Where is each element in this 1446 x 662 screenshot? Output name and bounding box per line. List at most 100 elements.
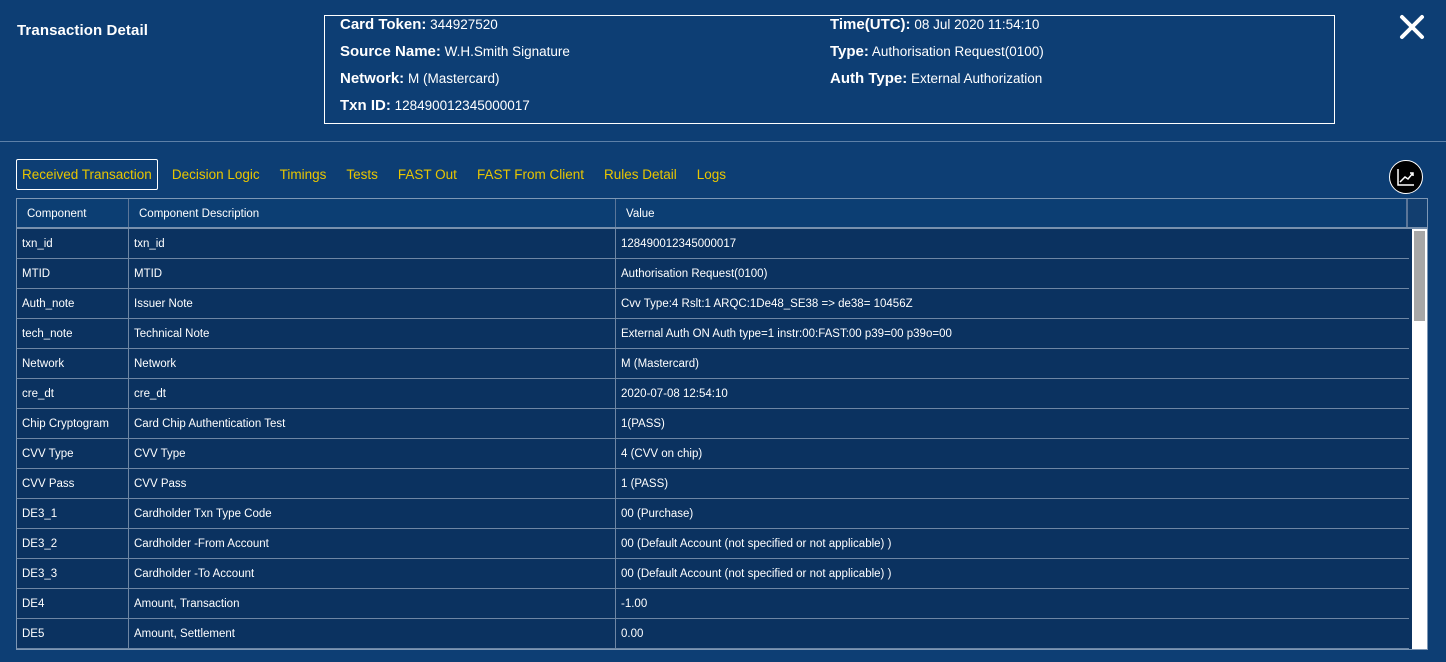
close-button[interactable] bbox=[1398, 13, 1426, 41]
cell-component-description: CVV Type bbox=[129, 439, 616, 468]
cell-component-description: MTID bbox=[129, 259, 616, 288]
network-value: M (Mastercard) bbox=[407, 71, 500, 86]
tab-fast-from-client[interactable]: FAST From Client bbox=[477, 167, 584, 182]
txn-id-label: Txn ID: bbox=[340, 97, 391, 114]
tab-timings[interactable]: Timings bbox=[280, 167, 327, 182]
cell-value: 128490012345000017 bbox=[621, 238, 737, 250]
table-row[interactable]: DE3_3 Cardholder -To Account 00 (Default A… bbox=[17, 559, 1409, 589]
card-token-field: Card Token: 344927520 bbox=[340, 16, 498, 33]
cell-component: DE5 bbox=[17, 619, 129, 648]
header-divider bbox=[0, 141, 1446, 142]
table-row[interactable]: MTID MTID Authorisation Request(0100) bbox=[17, 259, 1409, 289]
page-title: Transaction Detail bbox=[17, 22, 149, 39]
time-value: 08 Jul 2020 11:54:10 bbox=[914, 17, 1040, 32]
cell-component: txn_id bbox=[17, 229, 129, 258]
source-name-field: Source Name: W.H.Smith Signature bbox=[340, 43, 570, 60]
cell-component: CVV Pass bbox=[17, 469, 129, 498]
cell-component-description: Technical Note bbox=[129, 319, 616, 348]
header-scroll-corner bbox=[1407, 199, 1427, 227]
cell-value: M (Mastercard) bbox=[621, 358, 699, 370]
component-grid: Component Component Description Value tx… bbox=[16, 198, 1428, 650]
tab-bar: Received Transaction Decision Logic Timi… bbox=[16, 158, 746, 190]
network-field: Network: M (Mastercard) bbox=[340, 70, 499, 87]
line-chart-icon bbox=[1397, 169, 1414, 186]
cell-value: 00 (Default Account (not specified or no… bbox=[621, 538, 892, 550]
cell-component: Chip Cryptogram bbox=[17, 409, 129, 438]
table-row[interactable]: Network Network M (Mastercard) bbox=[17, 349, 1409, 379]
grid-body: txn_id txn_id 128490012345000017 MTID MTID Au… bbox=[17, 229, 1409, 649]
cell-component: DE3_1 bbox=[17, 499, 129, 528]
source-name-value: W.H.Smith Signature bbox=[444, 44, 570, 59]
table-row[interactable]: cre_dt cre_dt 2020-07-08 12:54:10 bbox=[17, 379, 1409, 409]
time-label: Time(UTC): bbox=[830, 16, 911, 33]
auth-type-field: Auth Type: External Authorization bbox=[830, 70, 1042, 87]
column-header-value[interactable]: Value bbox=[616, 199, 1407, 227]
scrollbar-thumb[interactable] bbox=[1414, 231, 1425, 321]
column-header-component[interactable]: Component bbox=[17, 199, 129, 227]
vertical-scrollbar[interactable] bbox=[1412, 229, 1427, 649]
tab-received-transaction[interactable]: Received Transaction bbox=[16, 158, 158, 190]
cell-value: 0.00 bbox=[621, 628, 644, 640]
table-row[interactable]: tech_note Technical Note External Auth ON … bbox=[17, 319, 1409, 349]
cell-component-description: Cardholder Txn Type Code bbox=[129, 499, 616, 528]
chart-button[interactable] bbox=[1389, 160, 1423, 194]
auth-type-label: Auth Type: bbox=[830, 70, 908, 87]
cell-component: MTID bbox=[17, 259, 129, 288]
cell-component-description: Issuer Note bbox=[129, 289, 616, 318]
cell-component-description: Amount, Transaction bbox=[129, 589, 616, 618]
card-token-label: Card Token: bbox=[340, 16, 427, 33]
cell-value: 2020-07-08 12:54:10 bbox=[621, 388, 728, 400]
network-label: Network: bbox=[340, 70, 405, 87]
type-label: Type: bbox=[830, 43, 869, 60]
table-row[interactable]: DE3_2 Cardholder -From Account 00 (Default… bbox=[17, 529, 1409, 559]
cell-component: DE3_2 bbox=[17, 529, 129, 558]
table-row[interactable]: txn_id txn_id 128490012345000017 bbox=[17, 229, 1409, 259]
cell-component: Network bbox=[17, 349, 129, 378]
table-row[interactable]: Chip Cryptogram Card Chip Authentication … bbox=[17, 409, 1409, 439]
cell-component-description: Cardholder -From Account bbox=[129, 529, 616, 558]
cell-component-description: CVV Pass bbox=[129, 469, 616, 498]
cell-component: CVV Type bbox=[17, 439, 129, 468]
cell-value: Cvv Type:4 Rslt:1 ARQC:1De48_SE38 => de3… bbox=[621, 298, 913, 310]
time-field: Time(UTC): 08 Jul 2020 11:54:10 bbox=[830, 16, 1039, 33]
cell-component: tech_note bbox=[17, 319, 129, 348]
cell-value: External Auth ON Auth type=1 instr:00:FA… bbox=[621, 328, 952, 340]
table-row[interactable]: DE3_1 Cardholder Txn Type Code 00 (Purchas… bbox=[17, 499, 1409, 529]
cell-component-description: txn_id bbox=[129, 229, 616, 258]
txn-id-field: Txn ID: 128490012345000017 bbox=[340, 97, 530, 114]
cell-component-description: Amount, Settlement bbox=[129, 619, 616, 648]
column-header-component-description[interactable]: Component Description bbox=[129, 199, 616, 227]
cell-component-description: Card Chip Authentication Test bbox=[129, 409, 616, 438]
table-row[interactable]: DE5 Amount, Settlement 0.00 bbox=[17, 619, 1409, 649]
tab-tests[interactable]: Tests bbox=[346, 167, 378, 182]
table-row[interactable]: CVV Type CVV Type 4 (CVV on chip) bbox=[17, 439, 1409, 469]
auth-type-value: External Authorization bbox=[910, 71, 1043, 86]
cell-component: cre_dt bbox=[17, 379, 129, 408]
type-value: Authorisation Request(0100) bbox=[871, 44, 1044, 59]
cell-value: 00 (Default Account (not specified or no… bbox=[621, 568, 892, 580]
transaction-summary: Card Token: 344927520 Source Name: W.H.S… bbox=[324, 15, 1335, 124]
table-row[interactable]: Auth_note Issuer Note Cvv Type:4 Rslt:1 AR… bbox=[17, 289, 1409, 319]
cell-component: DE4 bbox=[17, 589, 129, 618]
grid-header: Component Component Description Value bbox=[17, 199, 1427, 229]
table-row[interactable]: CVV Pass CVV Pass 1 (PASS) bbox=[17, 469, 1409, 499]
table-row[interactable]: DE4 Amount, Transaction -1.00 bbox=[17, 589, 1409, 619]
cell-component: Auth_note bbox=[17, 289, 129, 318]
cell-component-description: cre_dt bbox=[129, 379, 616, 408]
tab-logs[interactable]: Logs bbox=[697, 167, 726, 182]
cell-value: 1 (PASS) bbox=[621, 478, 669, 490]
cell-value: 00 (Purchase) bbox=[621, 508, 694, 520]
cell-value: -1.00 bbox=[621, 598, 648, 610]
transaction-detail-dialog: Transaction Detail Card Token: 344927520… bbox=[0, 0, 1446, 662]
close-icon bbox=[1400, 15, 1424, 39]
tab-fast-out[interactable]: FAST Out bbox=[398, 167, 457, 182]
cell-component-description: Cardholder -To Account bbox=[129, 559, 616, 588]
cell-component: DE3_3 bbox=[17, 559, 129, 588]
type-field: Type: Authorisation Request(0100) bbox=[830, 43, 1044, 60]
tab-decision-logic[interactable]: Decision Logic bbox=[172, 167, 260, 182]
txn-id-value: 128490012345000017 bbox=[394, 98, 530, 113]
cell-value: 4 (CVV on chip) bbox=[621, 448, 703, 460]
cell-value: 1(PASS) bbox=[621, 418, 665, 430]
tab-rules-detail[interactable]: Rules Detail bbox=[604, 167, 677, 182]
card-token-value: 344927520 bbox=[430, 17, 498, 32]
